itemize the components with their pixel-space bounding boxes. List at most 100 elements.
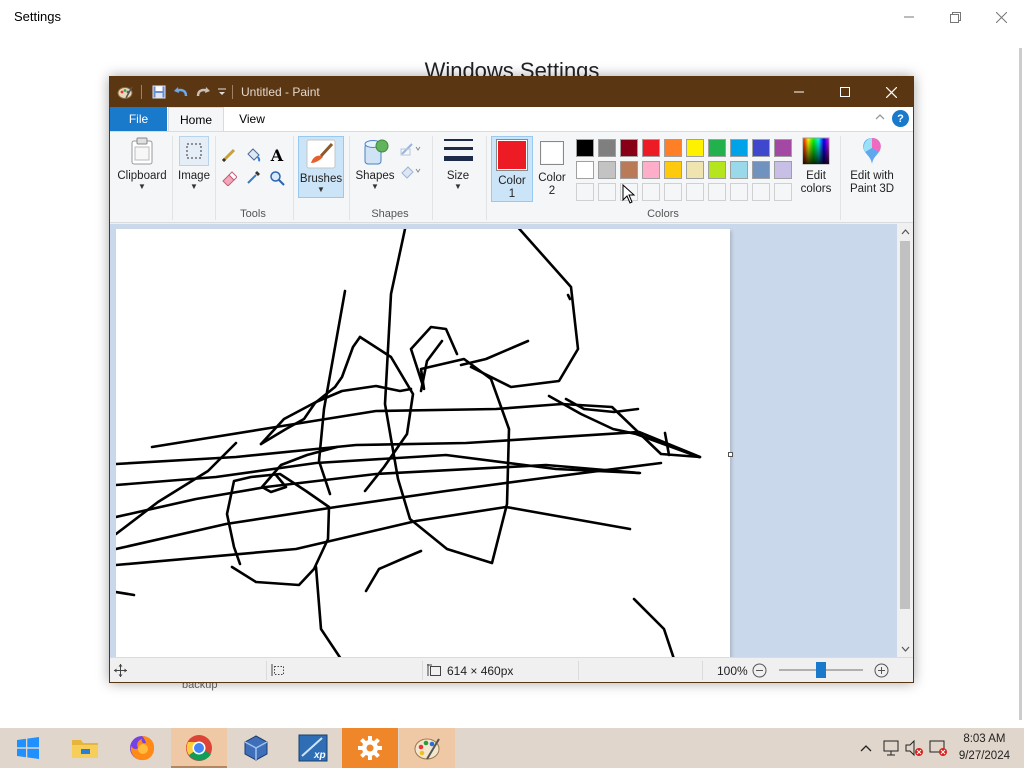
firefox-button[interactable] <box>114 728 170 768</box>
chevron-down-icon: ▼ <box>138 182 146 191</box>
scroll-down-icon[interactable] <box>897 641 913 657</box>
clock[interactable]: 8:03 AM 9/27/2024 <box>959 731 1010 765</box>
scrollbar-thumb[interactable] <box>900 241 910 609</box>
palette-swatch[interactable] <box>664 161 682 179</box>
color1-label: Color <box>498 175 526 187</box>
palette-custom-slot[interactable] <box>752 183 770 201</box>
palette-swatch[interactable] <box>620 139 638 157</box>
redo-icon[interactable] <box>195 84 211 100</box>
palette-swatch[interactable] <box>686 161 704 179</box>
palette-swatch[interactable] <box>686 139 704 157</box>
fill-shape-icon[interactable] <box>398 161 424 181</box>
palette-swatch[interactable] <box>576 161 594 179</box>
paint-app-icon[interactable] <box>117 84 133 100</box>
palette-swatch[interactable] <box>642 161 660 179</box>
clipboard-button[interactable]: Clipboard ▼ <box>116 136 168 191</box>
maximize-button[interactable] <box>822 77 868 107</box>
settings-restore-button[interactable] <box>932 6 978 28</box>
volume-muted-icon[interactable] <box>904 739 924 760</box>
settings-minimize-button[interactable] <box>886 6 932 28</box>
palette-swatch[interactable] <box>774 139 792 157</box>
mouse-cursor-icon <box>622 184 636 204</box>
help-button[interactable]: ? <box>892 110 909 127</box>
palette-swatch[interactable] <box>752 161 770 179</box>
minimize-button[interactable] <box>776 77 822 107</box>
magnifier-icon[interactable] <box>267 168 287 188</box>
palette-swatch[interactable] <box>598 161 616 179</box>
canvas-workspace[interactable] <box>110 224 897 657</box>
windows-xp-vm-button[interactable]: xp <box>285 728 341 768</box>
shapes-button[interactable]: Shapes ▼ <box>354 136 396 191</box>
chrome-button[interactable] <box>171 728 227 768</box>
network-icon[interactable] <box>882 739 900 760</box>
shapes-icon <box>360 136 390 166</box>
edit-colors-button[interactable]: Edit colors <box>796 136 836 196</box>
palette-custom-slot[interactable] <box>686 183 704 201</box>
paint-taskbar-button[interactable] <box>399 728 455 768</box>
titlebar-separator <box>232 85 233 99</box>
zoom-out-button[interactable] <box>752 658 767 683</box>
brushes-button[interactable]: Brushes ▼ <box>298 136 344 198</box>
palette-swatch[interactable] <box>774 161 792 179</box>
chevron-down-icon: ▼ <box>190 182 198 191</box>
palette-swatch[interactable] <box>642 139 660 157</box>
size-button[interactable]: Size ▼ <box>438 136 478 191</box>
edit-with-paint3d-button[interactable]: Edit with Paint 3D <box>844 136 900 196</box>
image-button[interactable]: Image ▼ <box>176 136 212 191</box>
tab-file[interactable]: File <box>110 107 167 131</box>
palette-custom-slot[interactable] <box>730 183 748 201</box>
customize-toolbar-icon[interactable] <box>214 84 230 100</box>
group-separator <box>486 136 487 220</box>
collapse-ribbon-icon[interactable] <box>875 111 885 123</box>
zoom-in-button[interactable] <box>874 658 889 683</box>
outline-icon[interactable] <box>398 139 424 159</box>
drawing-canvas[interactable] <box>114 224 730 657</box>
clock-date: 9/27/2024 <box>958 750 1010 762</box>
settings-taskbar-button[interactable] <box>342 728 398 768</box>
palette-swatch[interactable] <box>730 139 748 157</box>
settings-close-button[interactable] <box>978 6 1024 28</box>
palette-custom-slot[interactable] <box>774 183 792 201</box>
save-icon[interactable] <box>151 84 167 100</box>
palette-swatch[interactable] <box>708 139 726 157</box>
tab-view[interactable]: View <box>230 107 274 131</box>
palette-custom-slot[interactable] <box>576 183 594 201</box>
palette-custom-slot[interactable] <box>708 183 726 201</box>
eraser-icon[interactable] <box>219 168 239 188</box>
status-bar: 614 × 460px 100% <box>110 657 913 682</box>
scroll-up-icon[interactable] <box>897 224 913 240</box>
palette-swatch[interactable] <box>730 161 748 179</box>
close-button[interactable] <box>868 77 914 107</box>
palette-swatch[interactable] <box>708 161 726 179</box>
tab-home[interactable]: Home <box>168 107 224 132</box>
palette-swatch[interactable] <box>664 139 682 157</box>
color1-button[interactable]: Color 1 <box>491 136 533 202</box>
pencil-icon[interactable] <box>219 145 239 165</box>
palette-swatch[interactable] <box>752 139 770 157</box>
virtualbox-button[interactable] <box>228 728 284 768</box>
select-icon <box>179 136 209 166</box>
text-icon[interactable]: A <box>267 145 287 165</box>
palette-swatch[interactable] <box>620 161 638 179</box>
zoom-slider-thumb[interactable] <box>816 662 826 678</box>
color2-button[interactable]: Color 2 <box>534 138 570 198</box>
palette-swatch[interactable] <box>576 139 594 157</box>
settings-scrollbar[interactable] <box>1019 48 1022 720</box>
paint-window: Untitled - Paint File Home View ? Clipbo… <box>109 76 914 683</box>
file-explorer-button[interactable] <box>57 728 113 768</box>
start-button[interactable] <box>0 728 56 768</box>
color-picker-icon[interactable] <box>243 168 263 188</box>
show-hidden-icons-icon[interactable] <box>860 741 872 755</box>
undo-icon[interactable] <box>173 84 189 100</box>
color2-label: Color <box>538 172 566 184</box>
palette-custom-slot[interactable] <box>664 183 682 201</box>
palette-swatch[interactable] <box>598 139 616 157</box>
notification-icon[interactable] <box>928 739 948 760</box>
fill-icon[interactable] <box>243 145 263 165</box>
windows-xp-icon: xp <box>298 734 328 762</box>
resize-handle-right[interactable] <box>728 452 733 457</box>
palette-custom-slot[interactable] <box>642 183 660 201</box>
palette-custom-slot[interactable] <box>598 183 616 201</box>
paint-titlebar[interactable]: Untitled - Paint <box>110 77 913 107</box>
vertical-scrollbar[interactable] <box>897 224 913 657</box>
